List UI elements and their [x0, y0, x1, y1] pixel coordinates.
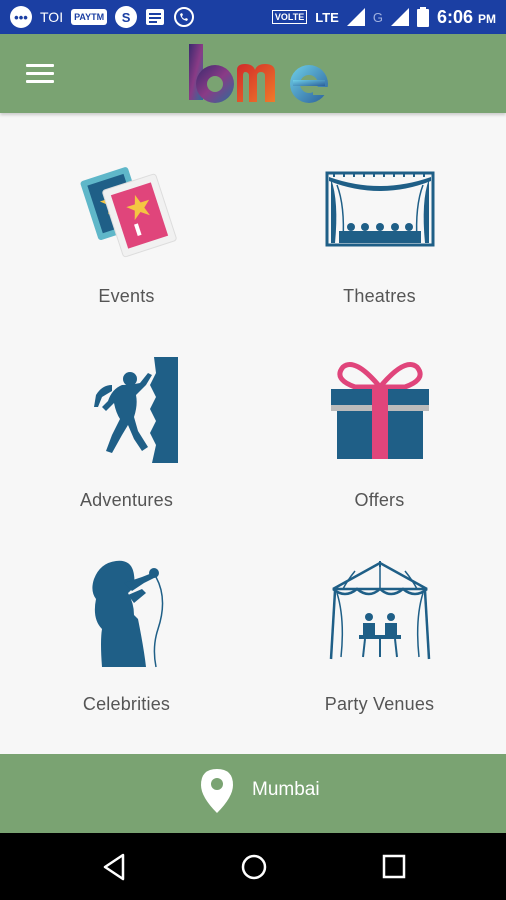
toi-label: TOI [40, 9, 64, 25]
category-celebrities[interactable]: Celebrities [0, 521, 253, 725]
category-events[interactable]: Events [0, 113, 253, 317]
menu-icon[interactable] [26, 64, 54, 84]
status-bar-notifications: ••• TOI PAYTM S [10, 6, 195, 28]
category-party-venues[interactable]: Party Venues [253, 521, 506, 725]
category-label: Adventures [79, 490, 174, 510]
singer-icon [91, 560, 163, 668]
bme-logo [189, 44, 329, 103]
city-label: Mumbai [252, 779, 320, 800]
signal-icon-2 [390, 8, 409, 26]
skype-icon: S [115, 6, 138, 28]
category-label: Celebrities [82, 694, 171, 714]
clock: 6:06 PM [436, 6, 496, 27]
home-icon[interactable] [240, 853, 268, 881]
paytm-icon: PAYTM [71, 9, 108, 25]
volte-badge: VOLTE [271, 10, 308, 24]
status-bar-system: VOLTE LTE G 6:06 PM [271, 6, 496, 28]
theatre-stage-icon [325, 171, 434, 247]
messages-icon [145, 8, 165, 26]
status-bar: ••• TOI PAYTM S VOLTE LTE G 6:06 PM [0, 0, 506, 34]
g-network-label: G [372, 9, 383, 25]
tickets-icon [80, 167, 177, 258]
battery-icon [416, 7, 429, 27]
category-theatres[interactable]: Theatres [253, 113, 506, 317]
message-icon: ••• [10, 6, 32, 28]
category-label: Party Venues [324, 694, 435, 714]
rock-climber-icon [93, 357, 178, 463]
lte-label: LTE [315, 9, 339, 25]
location-selector[interactable]: Mumbai [0, 754, 506, 833]
gift-box-icon [330, 362, 429, 459]
system-nav-bar [0, 833, 506, 900]
location-pin-icon [201, 769, 233, 813]
category-label: Events [98, 286, 155, 306]
category-grid: Events Theatres Adventures Offers Celebr… [0, 113, 506, 754]
category-adventures[interactable]: Adventures [0, 317, 253, 521]
category-offers[interactable]: Offers [253, 317, 506, 521]
app-bar [0, 34, 506, 113]
back-icon[interactable] [101, 853, 127, 881]
whatsapp-icon [173, 6, 195, 28]
category-label: Offers [354, 490, 405, 510]
party-tent-icon [329, 561, 430, 660]
signal-icon [346, 8, 365, 26]
recents-icon[interactable] [381, 853, 407, 881]
category-label: Theatres [343, 286, 416, 306]
